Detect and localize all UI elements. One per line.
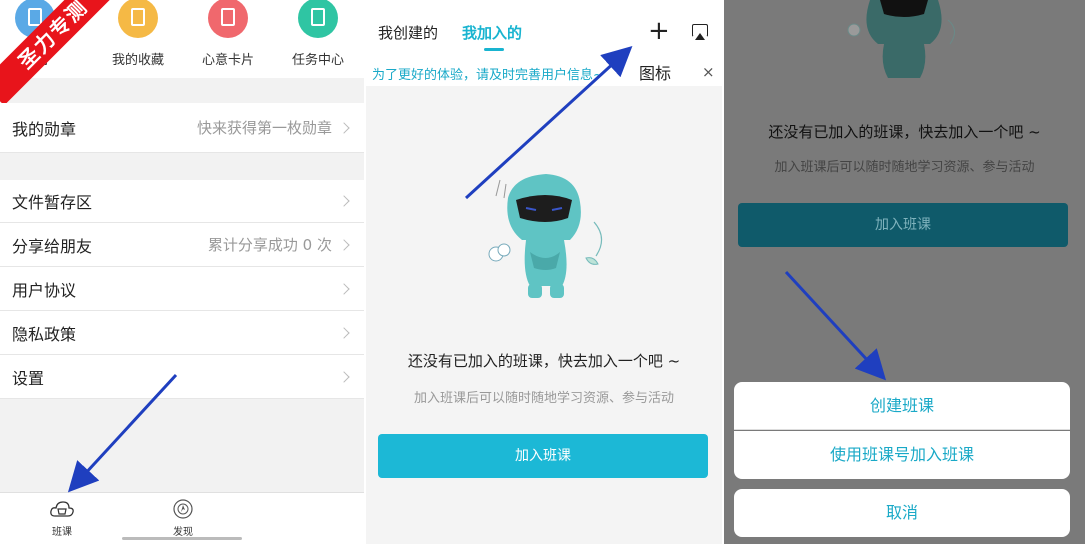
empty-state-title: 还没有已加入的班课，快去加入一个吧 ~: [407, 352, 681, 370]
row-value: 快来获得第一枚勋章: [196, 119, 332, 137]
row-label: 分享给朋友: [12, 236, 93, 256]
tab-joined[interactable]: 我加入的: [462, 22, 522, 43]
create-class-option[interactable]: 创建班课: [734, 382, 1070, 430]
row-value: 累计分享成功 0 次: [207, 236, 332, 254]
mascot-illustration-dimmed: [847, 0, 955, 78]
cancel-option[interactable]: 取消: [734, 489, 1070, 537]
notice-bar: 为了更好的体验，请及时完善用户信息~ 图标 ×: [366, 60, 722, 86]
bottom-tab-bar: 班课 发现: [0, 492, 364, 544]
profile-panel: 空间 我的收藏 心意卡片 任务中心 圣力专测 我的勋章 快来获得第一枚勋章 文件…: [0, 0, 364, 544]
join-class-button-dimmed: 加入班课: [738, 203, 1068, 247]
row-label: 隐私政策: [12, 324, 77, 344]
row-label: 文件暂存区: [12, 193, 93, 212]
tab-label: 班课: [52, 527, 72, 538]
mascot-illustration: [488, 174, 603, 298]
row-label: 用户协议: [12, 280, 77, 300]
join-class-button[interactable]: 加入班课: [378, 434, 708, 478]
notice-text[interactable]: 为了更好的体验，请及时完善用户信息~: [372, 64, 604, 83]
close-icon[interactable]: ×: [702, 63, 715, 81]
action-sheet-panel: 还没有已加入的班课，快去加入一个吧 ~ 加入班课后可以随时随地学习资源、参与活动…: [724, 0, 1085, 544]
joined-classes-panel: 我创建的 我加入的 + 为了更好的体验，请及时完善用户信息~ 图标 × 还没有已…: [366, 0, 722, 544]
grid-label: 任务中心: [291, 53, 344, 68]
clipboard-icon: [298, 0, 338, 38]
row-settings[interactable]: 设置: [0, 355, 364, 399]
grid-label: 我的收藏: [111, 53, 164, 68]
tab-created[interactable]: 我创建的: [378, 22, 438, 43]
active-tab-indicator: [484, 48, 504, 51]
chevron-right-icon: [338, 370, 350, 383]
tab-label: 发现: [173, 527, 193, 538]
row-user-agreement[interactable]: 用户协议: [0, 267, 364, 311]
row-share[interactable]: 分享给朋友 累计分享成功 0 次: [0, 223, 364, 267]
grid-item-tasks[interactable]: 任务中心: [273, 0, 363, 68]
grid-label: 心意卡片: [201, 53, 254, 68]
chevron-right-icon: [338, 282, 350, 295]
chevron-right-icon: [338, 121, 350, 134]
add-icon[interactable]: +: [648, 18, 670, 44]
tab-discover[interactable]: 发现: [153, 499, 213, 538]
row-file-storage[interactable]: 文件暂存区: [0, 180, 364, 223]
bookmark-icon: [118, 0, 158, 38]
tab-classes[interactable]: 班课: [32, 499, 92, 538]
empty-state-subtitle: 加入班课后可以随时随地学习资源、参与活动: [413, 391, 674, 406]
row-label: 设置: [12, 368, 45, 388]
cast-icon-triangle: [695, 33, 705, 40]
row-medals[interactable]: 我的勋章 快来获得第一枚勋章: [0, 103, 364, 153]
chevron-right-icon: [338, 326, 350, 339]
cloud-class-icon: [49, 499, 75, 519]
compass-icon: [170, 499, 196, 519]
row-privacy[interactable]: 隐私政策: [0, 311, 364, 355]
chevron-right-icon: [338, 195, 350, 207]
class-header: 我创建的 我加入的 +: [366, 0, 722, 60]
gift-icon: [208, 0, 248, 38]
grid-item-favorites[interactable]: 我的收藏: [93, 0, 183, 68]
empty-state-title: 还没有已加入的班课，快去加入一个吧 ~: [768, 123, 1041, 141]
join-by-code-option[interactable]: 使用班课号加入班课: [734, 431, 1070, 479]
annotation-label: 图标: [639, 64, 672, 83]
chevron-right-icon: [338, 238, 350, 251]
empty-state-subtitle: 加入班课后可以随时随地学习资源、参与活动: [774, 160, 1035, 175]
home-indicator: [122, 537, 242, 540]
row-label: 我的勋章: [12, 119, 77, 139]
grid-item-cards[interactable]: 心意卡片: [183, 0, 273, 68]
